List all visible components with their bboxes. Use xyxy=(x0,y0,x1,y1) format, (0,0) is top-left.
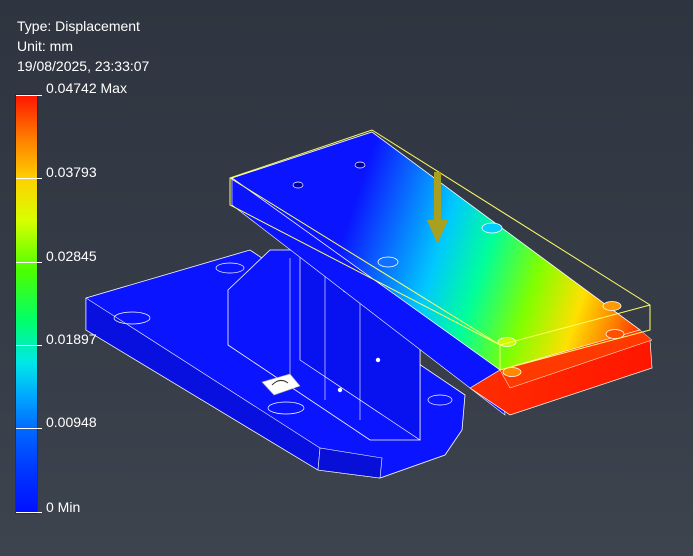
legend-min-label: 0 Min xyxy=(46,499,81,515)
fea-viewport[interactable]: Type: Displacement Unit: mm 19/08/2025, … xyxy=(0,0,693,556)
result-type-label: Type: Displacement xyxy=(17,18,140,34)
result-timestamp: 19/08/2025, 23:33:07 xyxy=(17,58,150,74)
legend-tick xyxy=(16,262,42,263)
legend-tick xyxy=(16,178,42,179)
result-info: Type: Displacement Unit: mm 19/08/2025, … xyxy=(17,16,149,76)
legend-tick-label: 0.01897 xyxy=(46,331,97,347)
legend-tick xyxy=(16,345,42,346)
legend-tick-label: 0.02845 xyxy=(46,248,97,264)
legend-tick xyxy=(16,428,42,429)
color-legend-bar xyxy=(16,95,37,513)
legend-tick xyxy=(16,512,42,513)
legend-tick-label: 0.03793 xyxy=(46,164,97,180)
legend-tick xyxy=(16,95,42,96)
result-unit-label: Unit: mm xyxy=(17,38,73,54)
legend-tick-label: 0.00948 xyxy=(46,414,97,430)
legend-max-label: 0.04742 Max xyxy=(46,80,127,96)
